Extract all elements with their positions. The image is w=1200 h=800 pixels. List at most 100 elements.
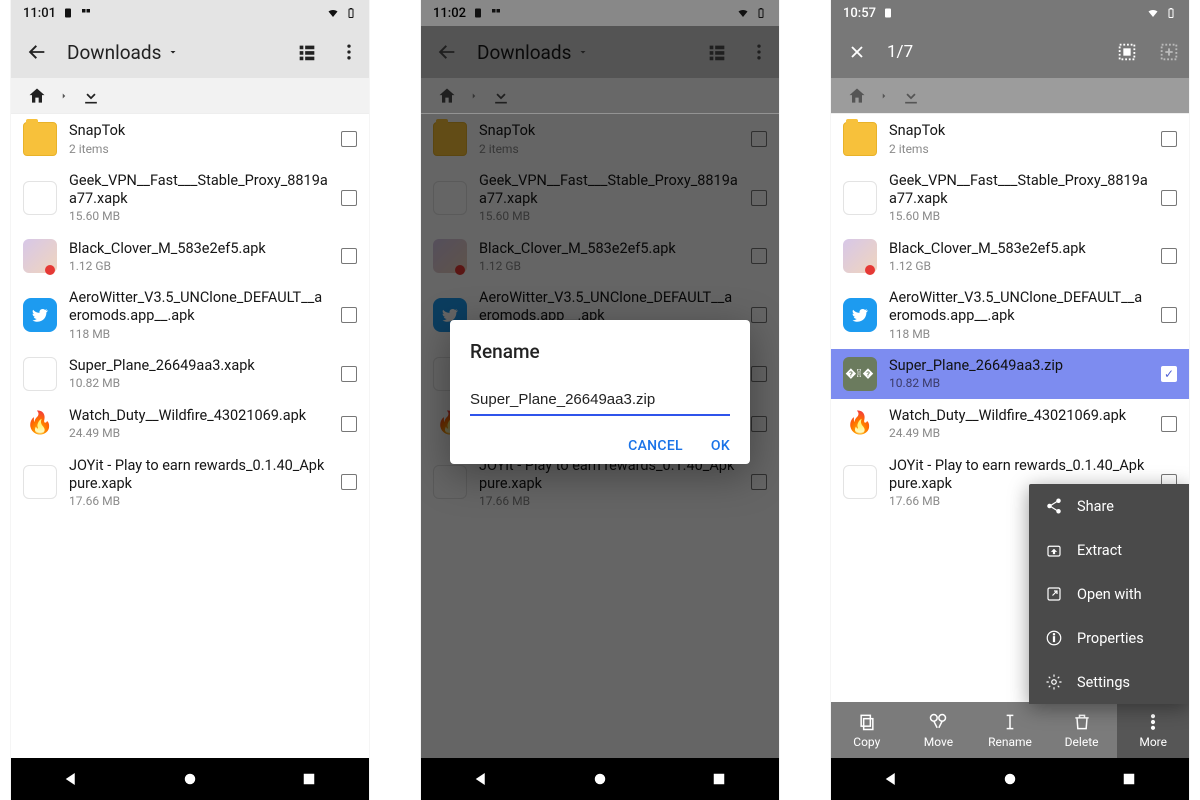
folder-title-label: Downloads <box>67 41 161 64</box>
checkbox-unchecked-icon[interactable] <box>341 416 357 432</box>
menu-open-with-label: Open with <box>1077 586 1142 603</box>
select-all-button[interactable] <box>1115 40 1139 64</box>
nav-recent[interactable] <box>710 770 728 788</box>
file-row[interactable]: AeroWitter_V3.5_UNClone_DEFAULT__aeromod… <box>831 281 1189 348</box>
menu-extract-label: Extract <box>1077 542 1122 559</box>
folder-title-dropdown[interactable]: Downloads <box>67 41 179 64</box>
action-rename[interactable]: Rename <box>974 702 1046 758</box>
nav-recent[interactable] <box>1120 770 1138 788</box>
checkbox-unchecked-icon[interactable] <box>341 248 357 264</box>
nav-home[interactable] <box>591 770 609 788</box>
screen-selection-mode: 10:57 1/7 SnapTok 2 items <box>830 0 1190 800</box>
menu-properties-label: Properties <box>1077 630 1144 647</box>
file-row[interactable]: Black_Clover_M_583e2ef5.apk 1.12 GB <box>831 231 1189 281</box>
action-delete[interactable]: Delete <box>1046 702 1118 758</box>
action-copy[interactable]: Copy <box>831 702 903 758</box>
select-range-button[interactable] <box>1157 40 1181 64</box>
checkbox-unchecked-icon[interactable] <box>341 366 357 382</box>
home-crumb[interactable] <box>25 84 49 108</box>
file-row[interactable]: Geek_VPN__Fast___Stable_Proxy_8819aa77.x… <box>11 164 369 231</box>
file-meta: 17.66 MB <box>69 494 329 508</box>
app-bar: Downloads <box>11 26 369 78</box>
nav-recent[interactable] <box>300 770 318 788</box>
fire-icon: 🔥 <box>23 407 57 441</box>
file-name: Super_Plane_26649aa3.zip <box>889 357 1149 375</box>
clock: 11:02 <box>433 6 466 21</box>
android-nav-bar <box>11 758 369 800</box>
menu-share-label: Share <box>1077 498 1114 515</box>
overflow-menu-button[interactable] <box>337 40 361 64</box>
screen-rename-dialog: 11:02 Downloads SnapTok 2 items <box>420 0 780 800</box>
file-name: Black_Clover_M_583e2ef5.apk <box>69 240 329 258</box>
context-menu: Share Extract Open with Properties Setti… <box>1029 484 1189 704</box>
file-icon <box>23 357 57 391</box>
ok-button[interactable]: OK <box>711 438 730 454</box>
checkbox-checked-icon[interactable]: ✓ <box>1161 366 1177 382</box>
action-more[interactable]: More <box>1117 702 1189 758</box>
downloads-crumb[interactable] <box>79 84 103 108</box>
checkbox-unchecked-icon[interactable] <box>1161 416 1177 432</box>
android-nav-bar <box>831 758 1189 800</box>
file-name: SnapTok <box>69 122 329 140</box>
file-row[interactable]: �ི� Super_Plane_26649aa3.zip 10.82 MB ✓ <box>831 349 1189 399</box>
modal-scrim[interactable]: Rename CANCEL OK <box>421 26 779 758</box>
battery-icon <box>345 7 357 19</box>
rename-input[interactable] <box>470 387 730 416</box>
menu-settings[interactable]: Settings <box>1029 660 1189 704</box>
home-crumb[interactable] <box>845 84 869 108</box>
file-row[interactable]: 🔥 Watch_Duty__Wildfire_43021069.apk 24.4… <box>831 399 1189 449</box>
breadcrumb <box>831 78 1189 114</box>
chevron-down-icon <box>167 46 179 58</box>
checkbox-unchecked-icon[interactable] <box>341 474 357 490</box>
wifi-icon <box>327 7 339 19</box>
file-row[interactable]: SnapTok 2 items <box>11 114 369 164</box>
nav-back[interactable] <box>472 770 490 788</box>
nav-back[interactable] <box>62 770 80 788</box>
sd-icon <box>882 7 894 19</box>
nav-home[interactable] <box>181 770 199 788</box>
file-icon <box>843 465 877 499</box>
file-row[interactable]: SnapTok 2 items <box>831 114 1189 164</box>
file-name: Black_Clover_M_583e2ef5.apk <box>889 240 1149 258</box>
file-row[interactable]: AeroWitter_V3.5_UNClone_DEFAULT__aeromod… <box>11 281 369 348</box>
menu-open-with[interactable]: Open with <box>1029 572 1189 616</box>
file-icon <box>23 465 57 499</box>
checkbox-unchecked-icon[interactable] <box>1161 307 1177 323</box>
view-list-button[interactable] <box>295 40 319 64</box>
nav-back[interactable] <box>882 770 900 788</box>
status-bar: 11:02 <box>421 0 779 26</box>
selection-counter: 1/7 <box>887 42 913 62</box>
file-meta: 118 MB <box>889 327 1149 341</box>
file-row[interactable]: Black_Clover_M_583e2ef5.apk 1.12 GB <box>11 231 369 281</box>
menu-properties[interactable]: Properties <box>1029 616 1189 660</box>
cancel-button[interactable]: CANCEL <box>628 438 683 454</box>
file-row[interactable]: Geek_VPN__Fast___Stable_Proxy_8819aa77.x… <box>831 164 1189 231</box>
file-name: Super_Plane_26649aa3.xapk <box>69 357 329 375</box>
folder-icon <box>23 122 57 156</box>
checkbox-unchecked-icon[interactable] <box>341 190 357 206</box>
menu-share[interactable]: Share <box>1029 484 1189 528</box>
badge-icon <box>45 265 55 275</box>
file-icon <box>23 181 57 215</box>
back-button[interactable] <box>25 40 49 64</box>
close-selection-button[interactable] <box>845 40 869 64</box>
action-move[interactable]: Move <box>903 702 975 758</box>
checkbox-unchecked-icon[interactable] <box>341 307 357 323</box>
file-row[interactable]: JOYit - Play to earn rewards_0.1.40_Apkp… <box>11 449 369 516</box>
menu-extract[interactable]: Extract <box>1029 528 1189 572</box>
checkbox-unchecked-icon[interactable] <box>341 131 357 147</box>
checkbox-unchecked-icon[interactable] <box>1161 248 1177 264</box>
nav-home[interactable] <box>1001 770 1019 788</box>
fire-icon: 🔥 <box>843 407 877 441</box>
file-name: Geek_VPN__Fast___Stable_Proxy_8819aa77.x… <box>69 172 329 208</box>
checkbox-unchecked-icon[interactable] <box>1161 131 1177 147</box>
action-more-label: More <box>1139 735 1167 749</box>
sd-icon <box>62 7 74 19</box>
downloads-crumb[interactable] <box>899 84 923 108</box>
file-row[interactable]: 🔥 Watch_Duty__Wildfire_43021069.apk 24.4… <box>11 399 369 449</box>
clock: 10:57 <box>843 6 876 21</box>
file-list[interactable]: SnapTok 2 items Geek_VPN__Fast___Stable_… <box>11 114 369 758</box>
checkbox-unchecked-icon[interactable] <box>1161 190 1177 206</box>
file-row[interactable]: Super_Plane_26649aa3.xapk 10.82 MB <box>11 349 369 399</box>
archive-icon: �ི� <box>843 357 877 391</box>
